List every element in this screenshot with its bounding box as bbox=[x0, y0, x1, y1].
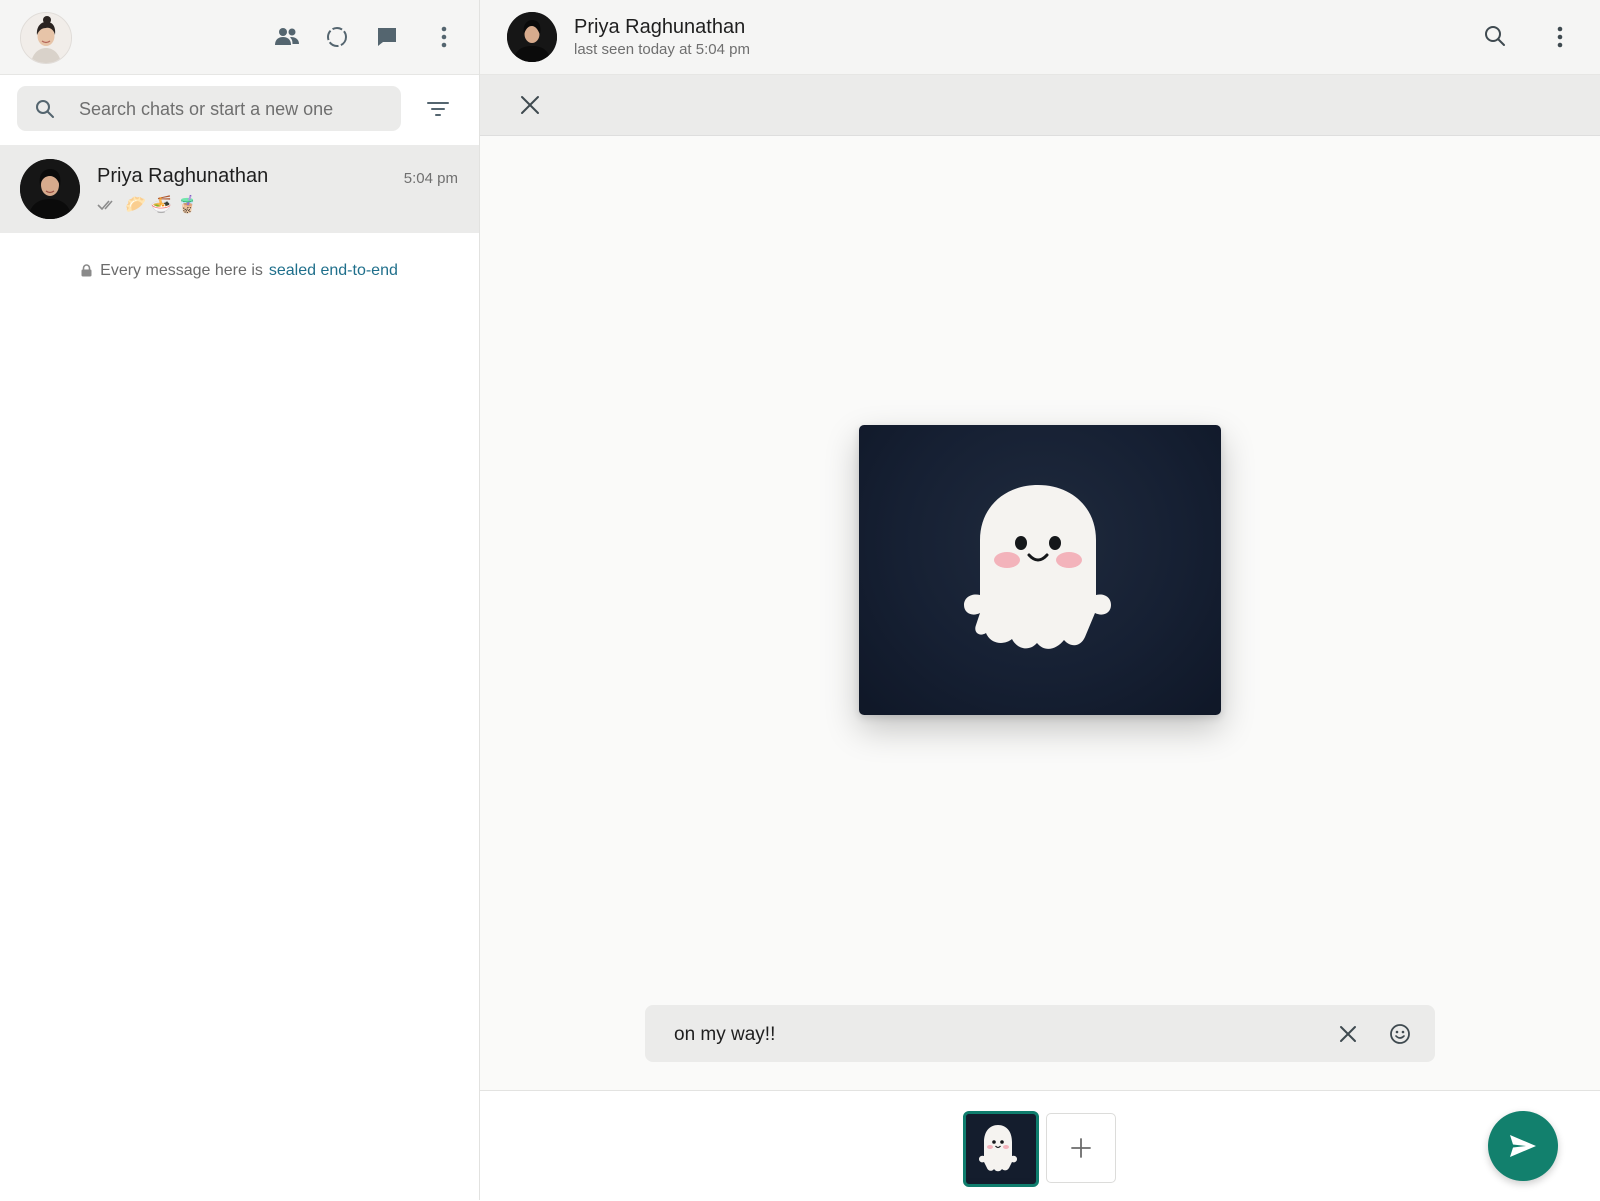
search-bar bbox=[17, 86, 401, 133]
close-icon[interactable] bbox=[517, 92, 543, 118]
encryption-text: Every message here is bbox=[100, 262, 263, 279]
media-thumbnail[interactable] bbox=[963, 1111, 1039, 1187]
media-tray bbox=[480, 1090, 1600, 1201]
status-icon[interactable] bbox=[323, 23, 351, 51]
lock-icon bbox=[81, 264, 92, 277]
send-button[interactable] bbox=[1488, 1111, 1558, 1181]
emoji-icon[interactable] bbox=[1387, 1021, 1413, 1047]
contact-name: Priya Raghunathan bbox=[574, 16, 746, 38]
contact-avatar[interactable] bbox=[507, 12, 557, 62]
chat-preview-text: 🥟 🍜 🧋 bbox=[125, 195, 198, 214]
conversation-pane: Priya Raghunathan last seen today at 5:0… bbox=[480, 0, 1600, 1201]
chat-list-item[interactable]: Priya Raghunathan 5:04 pm 🥟 🍜 🧋 bbox=[0, 145, 479, 233]
search-icon bbox=[35, 99, 55, 119]
chat-time: 5:04 pm bbox=[403, 170, 458, 187]
contact-avatar bbox=[20, 159, 80, 219]
add-media-button[interactable] bbox=[1046, 1113, 1116, 1183]
encryption-notice: Every message here is sealed end-to-end bbox=[0, 262, 479, 280]
caption-bar bbox=[645, 1005, 1435, 1064]
chat-preview: 🥟 🍜 🧋 bbox=[97, 195, 198, 215]
menu-icon[interactable] bbox=[1557, 26, 1563, 48]
clear-caption-icon[interactable] bbox=[1335, 1021, 1361, 1047]
communities-icon[interactable] bbox=[273, 23, 301, 51]
search-input[interactable] bbox=[77, 86, 391, 133]
last-seen-status: last seen today at 5:04 pm bbox=[574, 41, 750, 58]
new-chat-icon[interactable] bbox=[373, 23, 401, 51]
filter-icon[interactable] bbox=[424, 96, 452, 122]
encryption-link[interactable]: sealed end-to-end bbox=[269, 262, 398, 279]
menu-icon[interactable] bbox=[430, 23, 458, 51]
media-preview-toolbar bbox=[480, 75, 1600, 136]
send-icon bbox=[1508, 1133, 1538, 1159]
double-check-icon bbox=[97, 199, 117, 211]
search-icon[interactable] bbox=[1483, 24, 1509, 50]
conversation-header[interactable]: Priya Raghunathan last seen today at 5:0… bbox=[480, 0, 1600, 75]
media-preview-image bbox=[859, 425, 1221, 715]
caption-input[interactable] bbox=[672, 1005, 1296, 1064]
chat-name: Priya Raghunathan bbox=[97, 165, 269, 187]
sidebar-header bbox=[0, 0, 479, 75]
plus-icon bbox=[1070, 1137, 1092, 1159]
my-profile-avatar[interactable] bbox=[20, 12, 72, 64]
chat-list-sidebar: Priya Raghunathan 5:04 pm 🥟 🍜 🧋 Every me… bbox=[0, 0, 480, 1200]
ghost-illustration bbox=[964, 485, 1111, 649]
